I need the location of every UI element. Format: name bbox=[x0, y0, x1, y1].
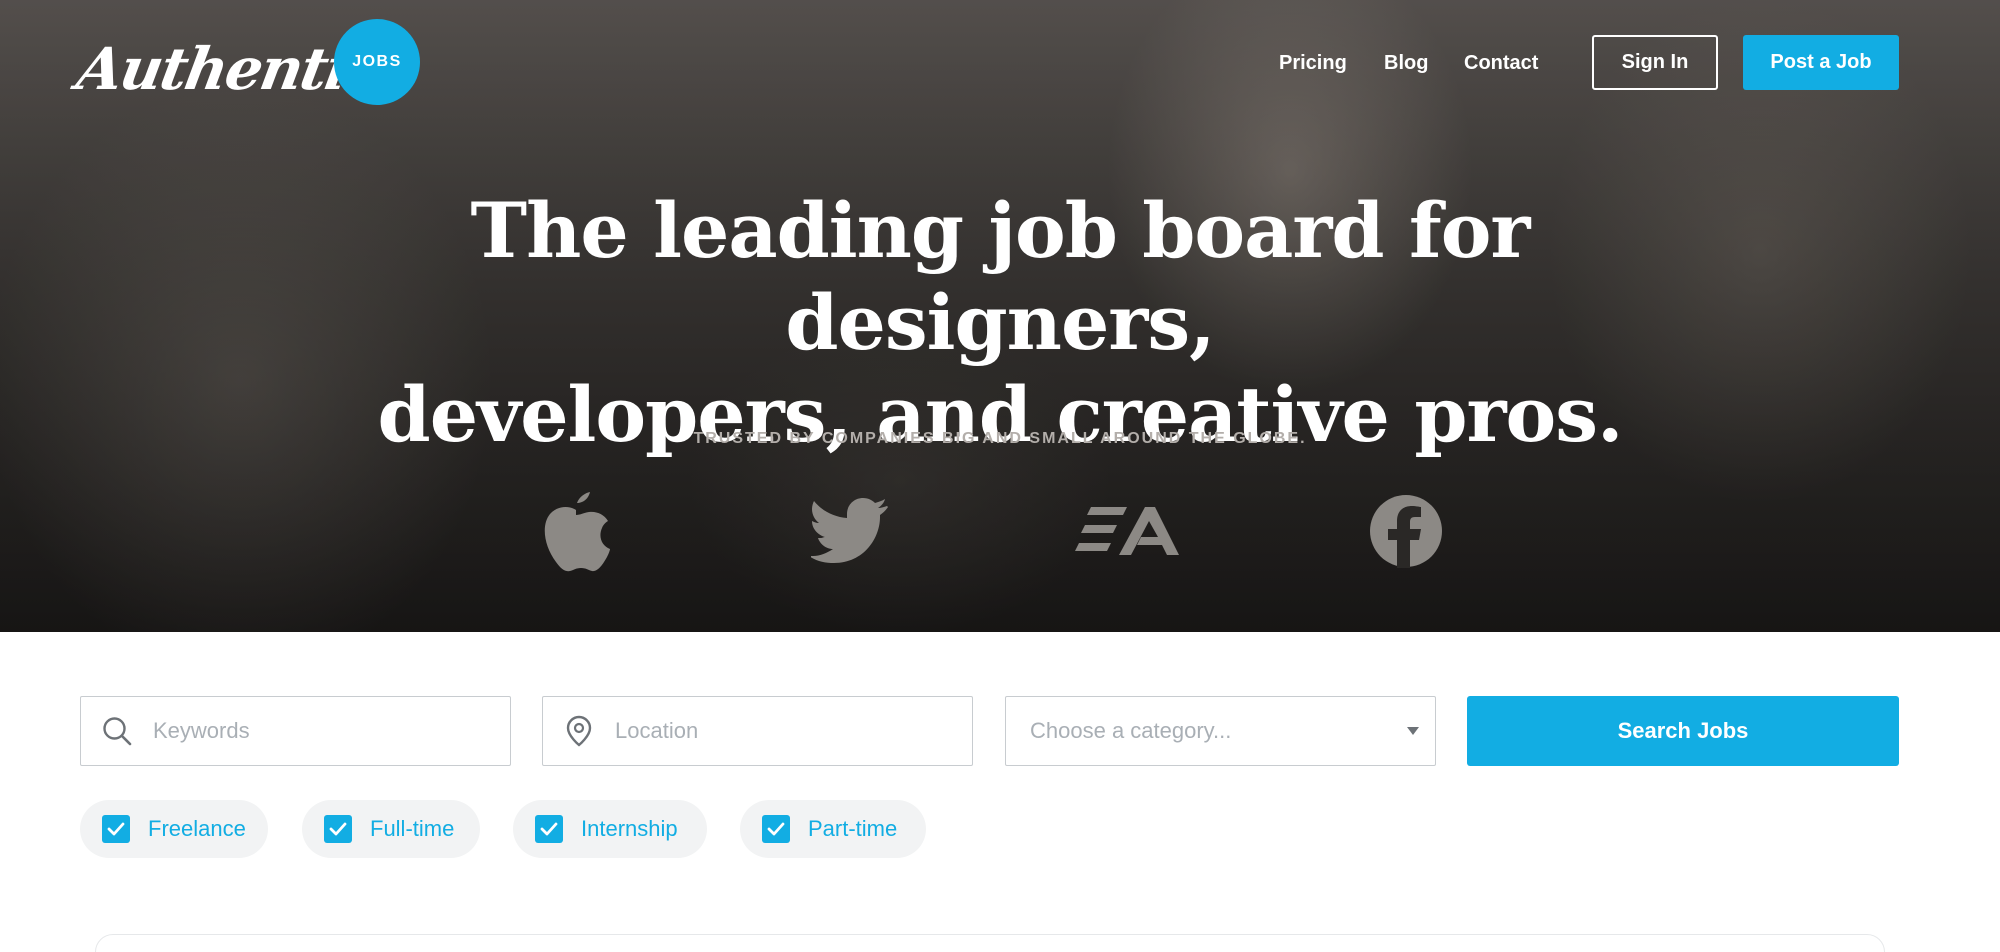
hero-banner: Authentic JOBS Pricing Blog Contact Sign… bbox=[0, 0, 2000, 632]
twitter-icon bbox=[810, 490, 890, 572]
filter-label: Freelance bbox=[148, 816, 246, 841]
filter-internship[interactable]: Internship bbox=[513, 800, 707, 858]
headline-line-1: The leading job board for designers, bbox=[470, 186, 1531, 367]
sign-in-button[interactable]: Sign In bbox=[1592, 35, 1718, 90]
checkbox-checked-icon[interactable] bbox=[102, 815, 130, 843]
checkbox-checked-icon[interactable] bbox=[535, 815, 563, 843]
trusted-by-text: TRUSTED BY COMPANIES BIG AND SMALL AROUN… bbox=[693, 430, 1307, 447]
nav-pricing-link[interactable]: Pricing bbox=[1279, 48, 1347, 78]
jobs-badge[interactable]: JOBS bbox=[334, 19, 420, 105]
location-field[interactable] bbox=[542, 696, 973, 766]
caret-down-icon bbox=[1407, 727, 1419, 735]
category-select[interactable]: Choose a category... bbox=[1005, 696, 1436, 766]
filter-label: Part-time bbox=[808, 816, 898, 841]
filter-freelance[interactable]: Freelance bbox=[80, 800, 268, 858]
location-pin-icon bbox=[543, 696, 615, 766]
ea-icon bbox=[1075, 490, 1179, 572]
keywords-input[interactable] bbox=[153, 701, 510, 761]
apple-icon bbox=[536, 490, 616, 572]
job-list-card bbox=[95, 934, 1885, 952]
authentic-logo[interactable]: Authentic bbox=[72, 34, 385, 104]
keywords-field[interactable] bbox=[80, 696, 511, 766]
checkbox-checked-icon[interactable] bbox=[324, 815, 352, 843]
facebook-icon bbox=[1366, 490, 1446, 572]
filter-full-time[interactable]: Full-time bbox=[302, 800, 480, 858]
hero-headline: The leading job board for designers, dev… bbox=[300, 185, 1700, 461]
filter-label: Internship bbox=[581, 816, 678, 841]
checkbox-checked-icon[interactable] bbox=[762, 815, 790, 843]
post-a-job-button[interactable]: Post a Job bbox=[1743, 35, 1899, 90]
filter-label: Full-time bbox=[370, 816, 455, 841]
location-input[interactable] bbox=[615, 701, 972, 761]
nav-contact-link[interactable]: Contact bbox=[1464, 48, 1538, 78]
nav-blog-link[interactable]: Blog bbox=[1384, 48, 1428, 78]
search-jobs-button[interactable]: Search Jobs bbox=[1467, 696, 1899, 766]
category-select-value: Choose a category... bbox=[1030, 718, 1232, 743]
filter-part-time[interactable]: Part-time bbox=[740, 800, 926, 858]
search-icon bbox=[81, 696, 153, 766]
